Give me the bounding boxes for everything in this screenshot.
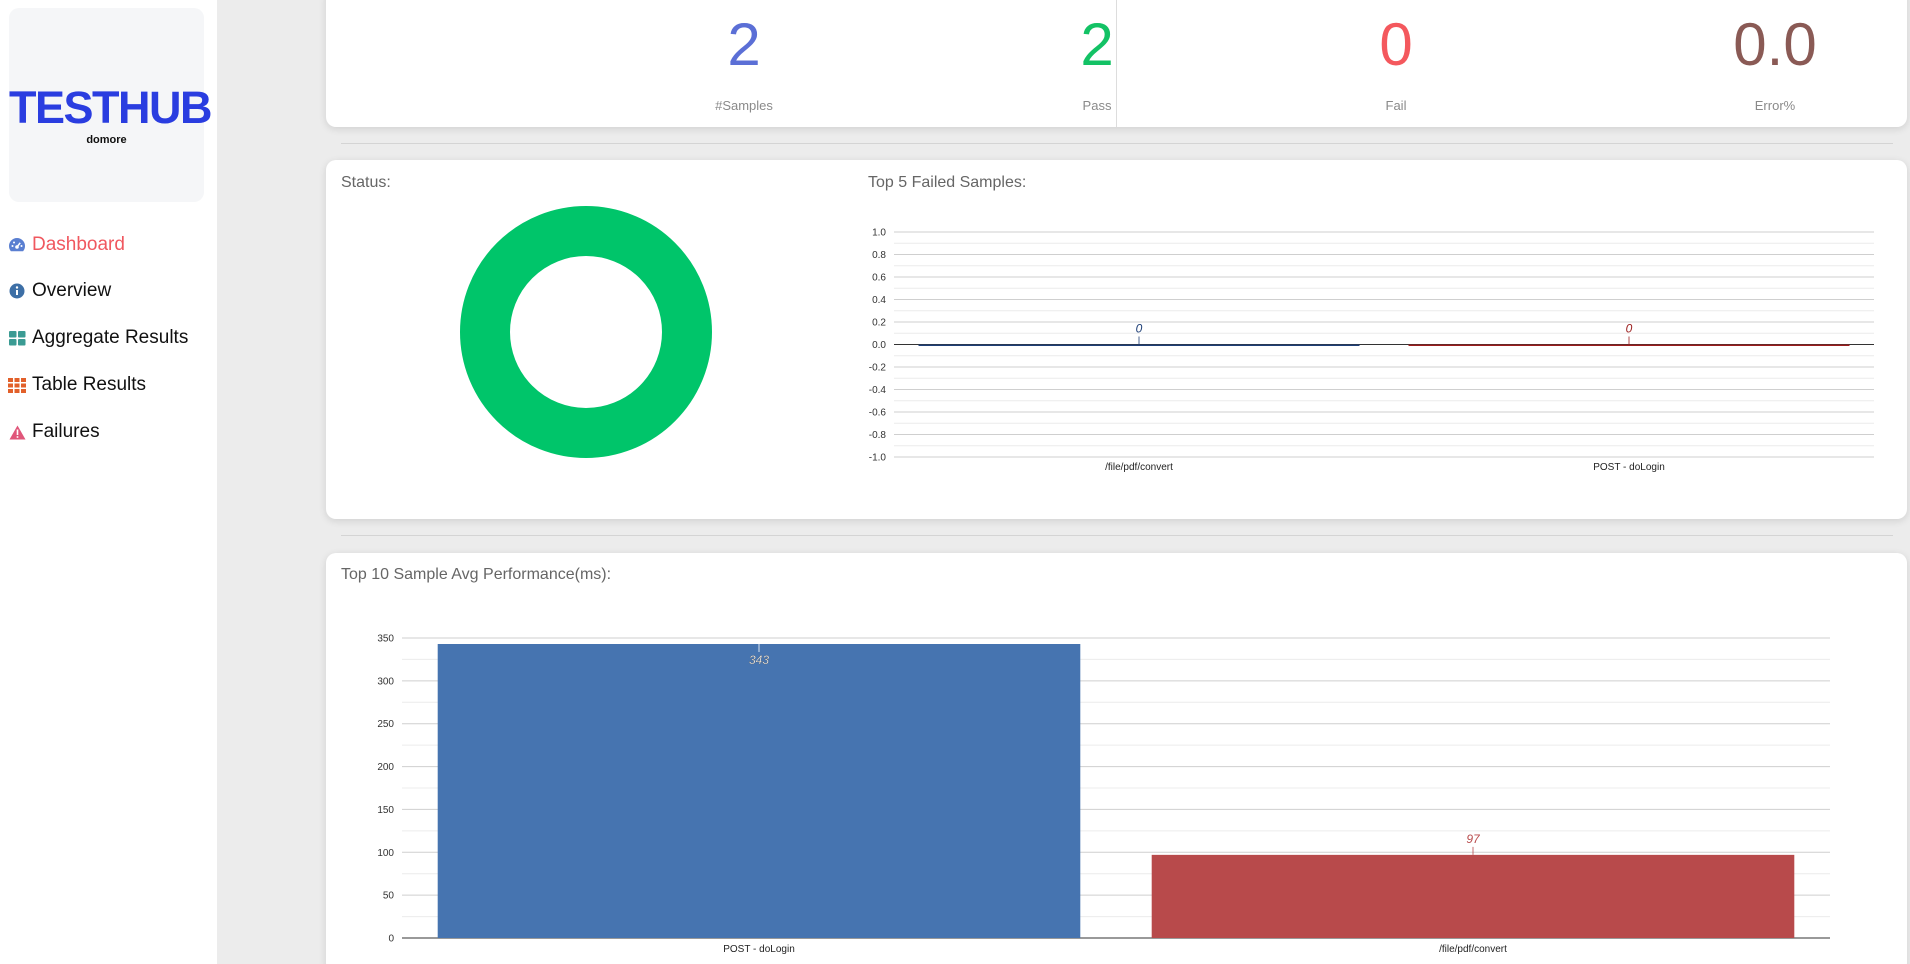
sidebar-item-label: Table Results [32,374,147,395]
y-tick-label: 350 [377,634,394,645]
x-tick-label: POST - doLogin [723,944,795,955]
y-tick-label: 0 [388,934,394,945]
stats-card: 2 #Samples 2 Pass 0 Fail 0.0 Error% [326,0,1907,127]
performance-chart: 350 300 250 200 150 100 50 0 POST - doLogin 343/f… [377,634,1830,955]
sidebar-item-label: Dashboard [32,234,125,255]
y-tick-label: 0.2 [872,318,886,329]
sidebar-item-dashboard[interactable]: Dashboard [8,230,125,260]
status-donut-chart [460,206,712,458]
stat-value: 0 [1379,11,1413,78]
data-label: 0 [1136,322,1143,336]
failed-samples-title: Top 5 Failed Samples: [868,174,1027,191]
warning-icon [8,423,26,441]
stat-label: #Samples [715,98,773,113]
sidebar-item-overview[interactable]: Overview [8,276,111,306]
bar [437,644,1081,938]
sidebar-item-label: Overview [32,280,112,301]
bar [918,344,1360,346]
dashboard-icon [8,236,26,254]
bar [1408,344,1850,346]
y-tick-label: -0.4 [869,385,887,396]
data-label: 0 [1626,322,1633,336]
x-tick-label: /file/pdf/convert [1439,944,1507,955]
sidebar-item-table-results[interactable]: Table Results [8,370,146,400]
donut-slice [460,206,712,458]
info-icon [8,282,26,300]
divider [341,143,1893,144]
y-tick-label: -0.6 [869,408,887,419]
status-title: Status: [341,174,391,191]
y-tick-label: -0.8 [869,430,887,441]
logo[interactable]: TESTHUB domore [9,8,213,202]
divider [1116,0,1117,127]
y-tick-label: 50 [383,891,395,902]
sidebar-item-failures[interactable]: Failures [8,417,100,447]
stat-value: 0.0 [1733,11,1817,78]
stat-label: Pass [1082,98,1112,113]
y-tick-label: 100 [377,848,394,859]
y-tick-label: -1.0 [869,453,887,464]
y-tick-label: 1.0 [872,228,886,239]
y-tick-label: 150 [377,805,394,816]
stat-value: 2 [1080,11,1114,78]
y-tick-label: 0.8 [872,250,886,261]
y-tick-label: 0.0 [872,340,886,351]
stat-label: Error% [1754,98,1796,113]
failed-samples-chart: 1.0 0.8 0.6 0.4 0.2 0.0 -0.2 -0.4 -0.6 -0.8 -1.0/f… [869,228,1874,473]
sidebar-item-label: Aggregate Results [32,327,189,348]
performance-card: Top 10 Sample Avg Performance(ms): 350 30… [326,553,1907,964]
stat-value: 2 [727,11,761,78]
sidebar-item-aggregate-results[interactable]: Aggregate Results [8,323,188,353]
table-icon [8,376,26,394]
performance-title: Top 10 Sample Avg Performance(ms): [341,566,612,583]
x-tick-label: POST - doLogin [1593,462,1665,473]
logo-subtitle: domore [86,134,127,146]
status-card: Status: Top 5 Failed Samples: 1.0 0.8 0.6 0… [326,160,1907,519]
bar [1151,854,1795,938]
stat-label: Fail [1385,98,1407,113]
y-tick-label: 200 [377,762,394,773]
y-tick-label: 0.6 [872,273,886,284]
sidebar-item-label: Failures [32,421,100,442]
y-tick-label: -0.2 [869,363,887,374]
grid-icon [8,329,26,347]
y-tick-label: 250 [377,719,394,730]
y-tick-label: 0.4 [872,295,886,306]
divider [341,535,1893,536]
y-tick-label: 300 [377,676,394,687]
x-tick-label: /file/pdf/convert [1105,462,1173,473]
data-label: 343 [749,653,769,667]
data-label: 97 [1466,832,1481,846]
sidebar: TESTHUB domore Dashboard Overview Aggreg… [0,0,217,964]
logo-title: TESTHUB [9,82,213,133]
